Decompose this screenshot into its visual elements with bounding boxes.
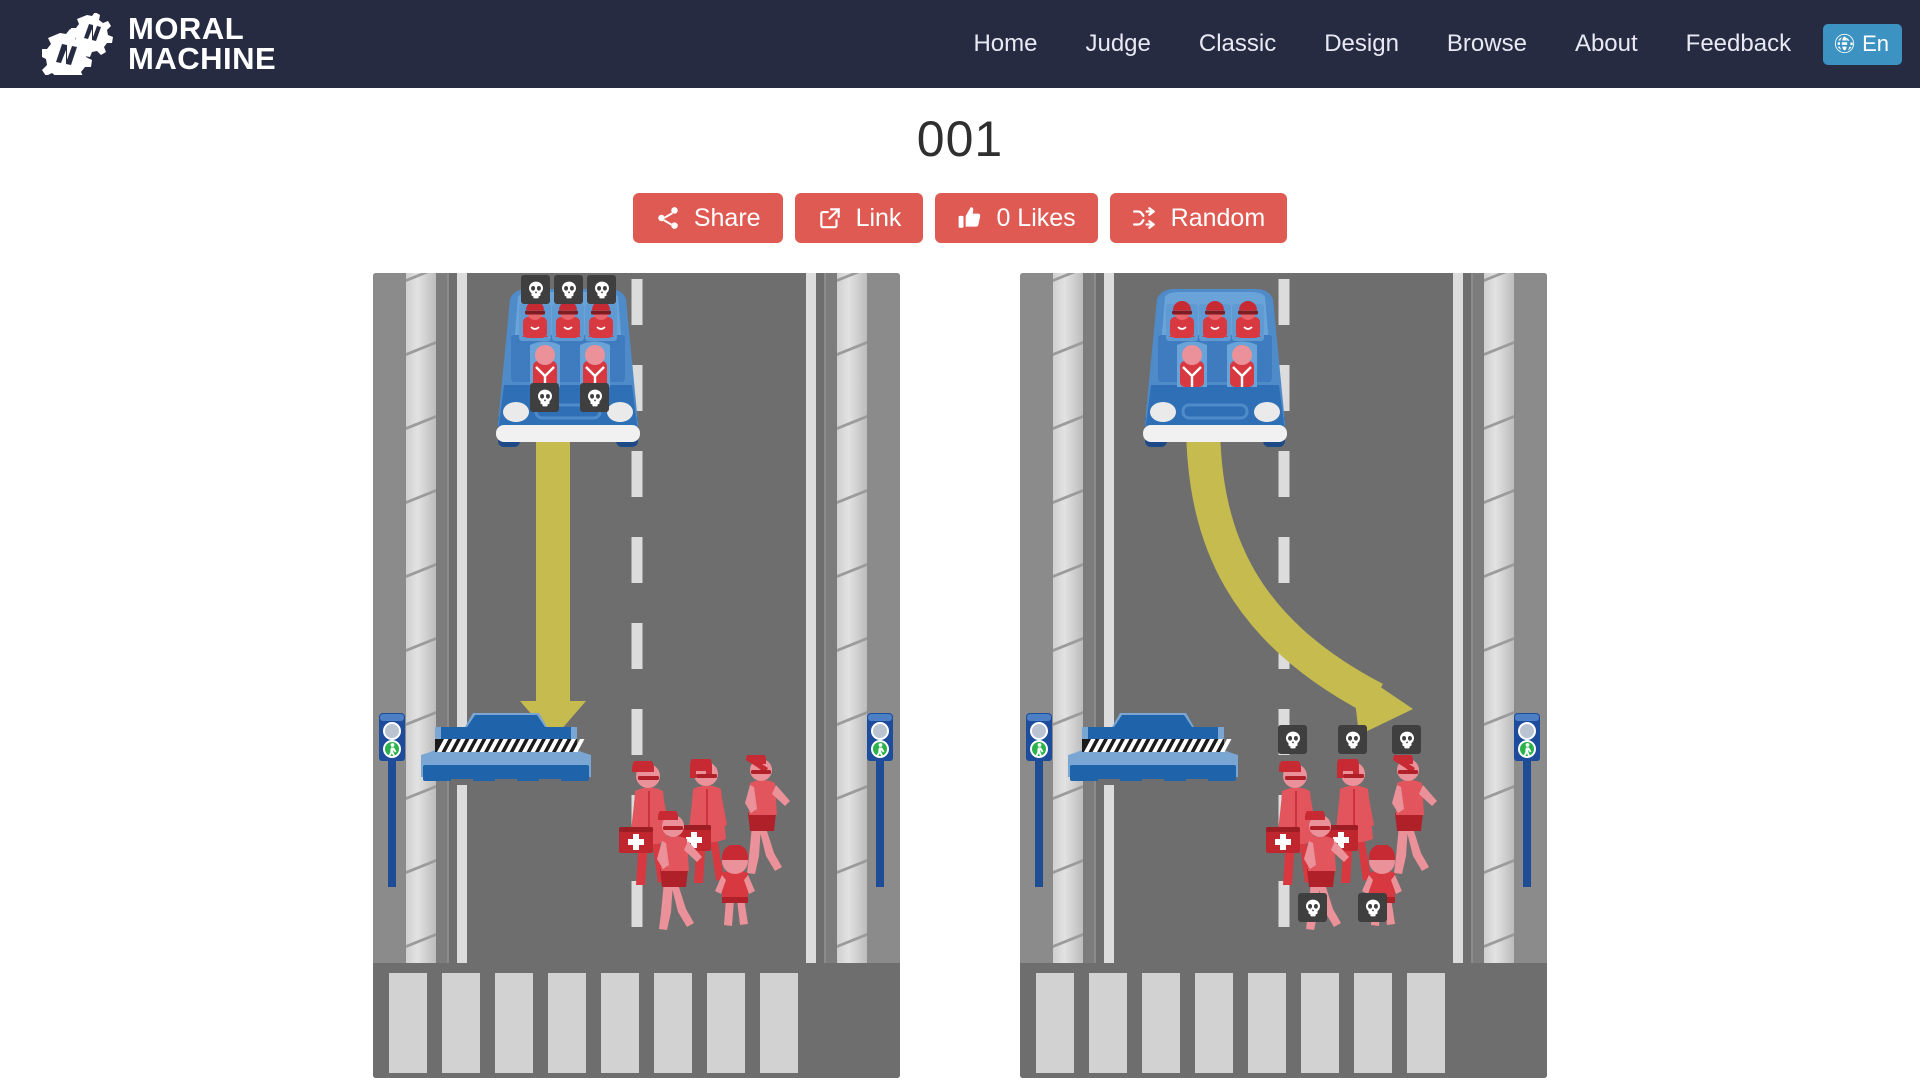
- language-label: En: [1862, 30, 1889, 56]
- guard-rail-right: [837, 273, 867, 1078]
- traffic-light-lamp-off: [383, 722, 401, 740]
- car-passenger-rear-2: [1221, 337, 1263, 394]
- concrete-barrier: [421, 693, 591, 790]
- lane-divider-dash: [631, 709, 642, 755]
- pedestrian-boy: [709, 844, 761, 934]
- skull-badge: [521, 275, 550, 304]
- crosswalk: [1020, 963, 1547, 1078]
- scenario-panels: [0, 273, 1920, 1078]
- skull-badge: [1338, 725, 1367, 754]
- traffic-light-lamp-off: [871, 722, 889, 740]
- traffic-light-pole: [1035, 757, 1043, 887]
- crosswalk-stripe: [707, 973, 745, 1073]
- traffic-light-lamp-off: [1518, 722, 1536, 740]
- crosswalk: [373, 963, 900, 1078]
- brand-logo[interactable]: MORAL MACHINE: [40, 12, 277, 84]
- shuffle-icon: [1132, 205, 1158, 231]
- crosswalk-stripe: [1036, 973, 1074, 1073]
- nav-link-classic[interactable]: Classic: [1175, 22, 1300, 66]
- nav-link-home[interactable]: Home: [949, 22, 1061, 66]
- traffic-light-lamp-off: [1030, 722, 1048, 740]
- link-button-label: Link: [855, 203, 902, 232]
- crosswalk-stripe: [1195, 973, 1233, 1073]
- crosswalk-stripe: [1407, 973, 1445, 1073]
- road-edge-line-left: [457, 273, 467, 1078]
- nav-link-judge[interactable]: Judge: [1061, 22, 1174, 66]
- nav-links: Home Judge Classic Design Browse About F…: [949, 22, 1902, 66]
- random-button-label: Random: [1170, 203, 1266, 232]
- crosswalk-stripe: [442, 973, 480, 1073]
- skull-badge: [554, 275, 583, 304]
- guard-rail-left: [406, 273, 436, 1078]
- nav-link-about[interactable]: About: [1551, 22, 1662, 66]
- traffic-light-housing: [1514, 713, 1540, 761]
- skull-badge: [1298, 893, 1327, 922]
- likes-button-label: 0 Likes: [996, 203, 1076, 232]
- gears-icon: [40, 12, 114, 84]
- walking-person-icon: [875, 743, 886, 762]
- walking-person-icon: [1522, 743, 1533, 762]
- crosswalk-stripe: [760, 973, 798, 1073]
- crosswalk-stripe: [1089, 973, 1127, 1073]
- page-title: 001: [916, 111, 1004, 167]
- language-selector[interactable]: En: [1823, 23, 1902, 65]
- guard-rail-shadow-right: [826, 273, 837, 1078]
- skull-badge: [580, 383, 609, 412]
- share-nodes-icon: [655, 205, 681, 231]
- external-link-icon: [817, 205, 843, 231]
- brand-line-2: MACHINE: [128, 41, 277, 76]
- crosswalk-stripe: [601, 973, 639, 1073]
- share-button[interactable]: Share: [632, 193, 783, 243]
- guard-rail-shadow-left: [436, 273, 447, 1078]
- top-navbar: MORAL MACHINE Home Judge Classic Design …: [0, 0, 1920, 88]
- nav-link-browse[interactable]: Browse: [1423, 22, 1551, 66]
- skull-badge: [587, 275, 616, 304]
- link-button[interactable]: Link: [794, 193, 924, 243]
- traffic-light-pole: [1523, 757, 1531, 887]
- crosswalk-stripe: [1301, 973, 1339, 1073]
- traffic-light-housing: [379, 713, 405, 761]
- globe-icon: [1834, 33, 1855, 54]
- lane-divider-dash: [631, 537, 642, 583]
- crosswalk-stripe: [1142, 973, 1180, 1073]
- nav-link-design[interactable]: Design: [1300, 22, 1423, 66]
- crosswalk-stripe: [495, 973, 533, 1073]
- car-passenger-rear-1: [1171, 337, 1213, 394]
- crosswalk-stripe: [1248, 973, 1286, 1073]
- lane-divider-dash: [631, 623, 642, 669]
- random-button[interactable]: Random: [1109, 193, 1288, 243]
- concrete-barrier: [1068, 693, 1238, 790]
- likes-button[interactable]: 0 Likes: [935, 193, 1098, 243]
- crosswalk-stripe: [1354, 973, 1392, 1073]
- action-button-bar: Share Link 0 Likes Random: [0, 193, 1920, 243]
- traffic-light-pole: [388, 757, 396, 887]
- traffic-light-pole: [876, 757, 884, 887]
- traffic-light-housing: [1026, 713, 1052, 761]
- scenario-right[interactable]: [1020, 273, 1547, 1078]
- crosswalk-stripe: [389, 973, 427, 1073]
- guard-rail-shadow-left: [1083, 273, 1094, 1078]
- road-edge-line-left: [1104, 273, 1114, 1078]
- crosswalk-stripe: [548, 973, 586, 1073]
- nav-link-feedback[interactable]: Feedback: [1662, 22, 1815, 66]
- skull-badge: [1358, 893, 1387, 922]
- guard-rail-right: [1484, 273, 1514, 1078]
- crosswalk-stripe: [654, 973, 692, 1073]
- guard-rail-left: [1053, 273, 1083, 1078]
- walking-person-icon: [1034, 743, 1045, 762]
- brand-title: MORAL MACHINE: [128, 13, 277, 76]
- skull-badge: [1278, 725, 1307, 754]
- skull-badge: [530, 383, 559, 412]
- scenario-left[interactable]: [373, 273, 900, 1078]
- skull-badge: [1392, 725, 1421, 754]
- walking-person-icon: [387, 743, 398, 762]
- thumbs-up-icon: [957, 205, 983, 231]
- pedestrian-male-athlete: [649, 807, 709, 938]
- trajectory-arrow-straight: [520, 421, 586, 739]
- traffic-light-housing: [867, 713, 893, 761]
- share-button-label: Share: [693, 203, 761, 232]
- road-edge-line-right: [806, 273, 816, 1078]
